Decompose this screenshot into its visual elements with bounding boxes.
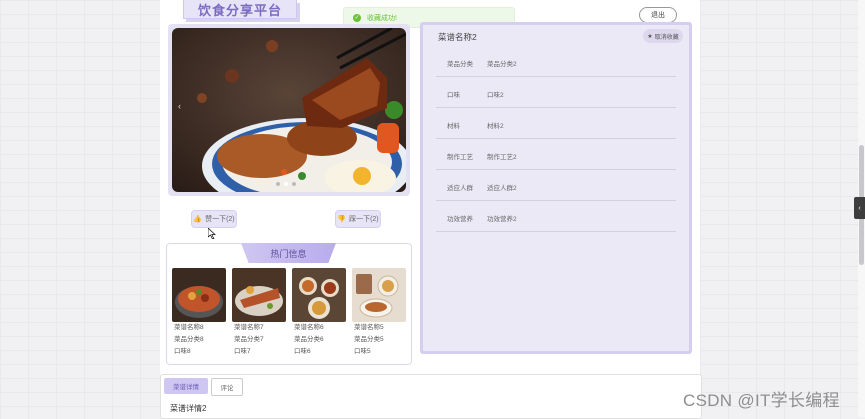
detail-row: 适应人群 适应人群2 [436, 169, 676, 201]
unfavorite-label: 取消收藏 [654, 34, 679, 41]
detail-row: 菜品分类 菜品分类2 [436, 45, 676, 77]
detail-value: 口味2 [487, 92, 504, 99]
hot-card-name: 菜谱名称8 [174, 324, 204, 331]
logout-button[interactable]: 退出 [639, 7, 677, 23]
carousel-image [172, 28, 406, 192]
check-icon: ✓ [353, 13, 361, 22]
hot-card-taste: 口味8 [174, 348, 191, 355]
carousel-dot[interactable] [276, 182, 280, 186]
tab-recipe-detail[interactable]: 菜谱详情 [164, 378, 208, 394]
hot-card-taste: 口味5 [354, 348, 371, 355]
hot-card-taste: 口味7 [234, 348, 251, 355]
unfavorite-button[interactable]: ★ 取消收藏 [643, 29, 683, 43]
site-logo[interactable]: 饮食分享平台 [183, 0, 297, 19]
hot-card-name: 菜谱名称6 [294, 324, 324, 331]
thumbs-up-icon: 👍 [193, 216, 203, 223]
hot-info-title: 热门信息 [241, 243, 336, 263]
hot-card-category: 菜品分类6 [294, 336, 324, 343]
hot-card-image[interactable] [352, 268, 406, 322]
tab-comments[interactable]: 评论 [211, 378, 243, 396]
hot-card[interactable]: 菜谱名称8 菜品分类8 口味8 [172, 268, 226, 358]
detail-row: 口味 口味2 [436, 76, 676, 108]
hot-card-category: 菜品分类7 [234, 336, 264, 343]
side-toggle-button[interactable]: ‹ [854, 197, 865, 219]
detail-row: 制作工艺 制作工艺2 [436, 138, 676, 170]
recipe-name: 菜谱名称2 [438, 32, 477, 42]
hot-card-name: 菜谱名称7 [234, 324, 264, 331]
like-label: 赞一下(2) [205, 216, 235, 223]
hot-card-image[interactable] [232, 268, 286, 322]
carousel-dot[interactable] [292, 182, 296, 186]
thumbs-down-icon: 👎 [337, 216, 347, 223]
hot-card-image[interactable] [292, 268, 346, 322]
detail-value: 适应人群2 [487, 185, 517, 192]
detail-value: 菜品分类2 [487, 61, 517, 68]
detail-key: 菜品分类 [447, 61, 473, 68]
watermark: CSDN @IT学长编程 [683, 391, 840, 410]
hot-card-category: 菜品分类5 [354, 336, 384, 343]
dislike-label: 踩一下(2) [349, 216, 379, 223]
detail-key: 制作工艺 [447, 154, 473, 161]
carousel-prev-arrow[interactable]: ‹ [178, 101, 181, 111]
like-button[interactable]: 👍 赞一下(2) [191, 210, 237, 228]
carousel-dot-active[interactable] [284, 182, 288, 186]
hot-card-image[interactable] [172, 268, 226, 322]
detail-row: 功效营养 功效营养2 [436, 200, 676, 232]
image-carousel[interactable] [168, 24, 410, 196]
detail-value: 材料2 [487, 123, 504, 130]
hot-card-name: 菜谱名称5 [354, 324, 384, 331]
dislike-button[interactable]: 👎 踩一下(2) [335, 210, 381, 228]
detail-row: 材料 材料2 [436, 107, 676, 139]
hot-card[interactable]: 菜谱名称6 菜品分类6 口味6 [292, 268, 346, 358]
hot-card-category: 菜品分类8 [174, 336, 204, 343]
detail-key: 功效营养 [447, 216, 473, 223]
star-icon: ★ [647, 33, 653, 40]
mouse-cursor-icon [208, 228, 216, 239]
carousel-indicators[interactable] [276, 182, 296, 186]
detail-key: 口味 [447, 92, 460, 99]
hot-card-taste: 口味6 [294, 348, 311, 355]
toast-message: 收藏成功! [367, 14, 397, 22]
hot-card[interactable]: 菜谱名称5 菜品分类5 口味5 [352, 268, 406, 358]
detail-value: 功效营养2 [487, 216, 517, 223]
hot-card[interactable]: 菜谱名称7 菜品分类7 口味7 [232, 268, 286, 358]
recipe-detail-heading: 菜谱详情2 [170, 404, 207, 413]
detail-key: 材料 [447, 123, 460, 130]
detail-value: 制作工艺2 [487, 154, 517, 161]
detail-key: 适应人群 [447, 185, 473, 192]
